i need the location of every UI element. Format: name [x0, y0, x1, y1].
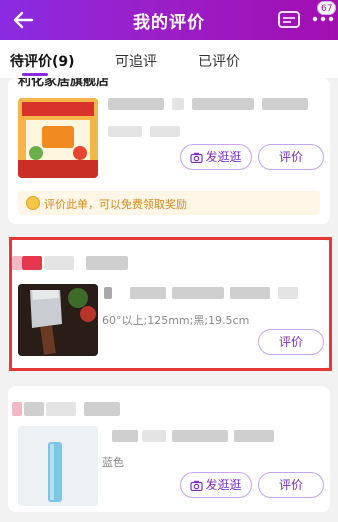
- product-spec-blurred: [108, 126, 142, 137]
- shop-name-blurred: [84, 402, 120, 416]
- shop-name-blurred: [46, 402, 76, 416]
- product-title-blurred: [192, 98, 254, 110]
- product-spec-blurred: [150, 126, 180, 137]
- product-title-blurred: [278, 287, 298, 299]
- tab-follow-up-review[interactable]: 可追评: [115, 51, 157, 71]
- shop-name[interactable]: 利化家居旗舰店: [18, 78, 109, 89]
- product-thumbnail[interactable]: [18, 284, 98, 356]
- product-title-blurred: [104, 287, 112, 299]
- product-title-blurred: [262, 98, 308, 110]
- product-title-blurred: [112, 430, 138, 442]
- product-spec: 60°以上;125mm;黑;19.5cm: [102, 314, 250, 327]
- more-options-icon[interactable]: [312, 15, 334, 23]
- product-image: [18, 98, 98, 178]
- product-title-blurred: [108, 98, 164, 110]
- product-title-blurred: [130, 287, 166, 299]
- shop-logo-blurred: [12, 402, 22, 416]
- product-spec: 蓝色: [102, 456, 124, 469]
- post-guangguang-label: 发逛逛: [205, 150, 242, 164]
- product-title-blurred: [172, 430, 228, 442]
- order-card: 60°以上;125mm;黑;19.5cm 评价: [8, 240, 330, 368]
- message-icon[interactable]: [277, 8, 301, 32]
- product-title-blurred: [234, 430, 274, 442]
- review-button[interactable]: 评价: [258, 144, 324, 170]
- reward-banner[interactable]: 评价此单，可以免费领取奖励: [18, 191, 320, 215]
- product-title-blurred: [172, 98, 184, 110]
- coin-icon: [26, 196, 40, 210]
- product-thumbnail[interactable]: [18, 426, 98, 506]
- header-bar: 我的评价 67: [0, 0, 338, 40]
- review-button[interactable]: 评价: [258, 329, 324, 355]
- review-tabs: 待评价(9) 可追评 已评价: [0, 40, 338, 78]
- reward-text: 评价此单，可以免费领取奖励: [44, 198, 187, 211]
- message-count-badge: 67: [317, 1, 337, 15]
- review-button[interactable]: 评价: [258, 472, 324, 498]
- camera-icon: [190, 152, 204, 163]
- order-card: 蓝色 发逛逛 评价: [8, 386, 330, 512]
- shop-name-blurred: [86, 256, 128, 270]
- kitchen-knife-image: [18, 284, 98, 356]
- product-title-blurred: [142, 430, 166, 442]
- product-title-blurred: [230, 287, 270, 299]
- shop-logo-blurred: [24, 402, 44, 416]
- shop-logo-blurred: [12, 256, 22, 270]
- post-guangguang-button[interactable]: 发逛逛: [180, 144, 252, 170]
- shop-name-blurred: [44, 256, 74, 270]
- order-card: 利化家居旗舰店 发逛逛 评价 评价此单，可以免费领取奖励: [8, 78, 330, 224]
- post-guangguang-label: 发逛逛: [205, 478, 242, 492]
- tab-pending-review[interactable]: 待评价(9): [10, 51, 75, 71]
- post-guangguang-button[interactable]: 发逛逛: [180, 472, 252, 498]
- product-image: [18, 426, 98, 506]
- tab-reviewed[interactable]: 已评价: [198, 51, 240, 71]
- shop-logo-blurred: [22, 256, 42, 270]
- product-thumbnail[interactable]: [18, 98, 98, 178]
- camera-icon: [190, 480, 204, 491]
- active-tab-indicator: [22, 73, 48, 76]
- product-title-blurred: [172, 287, 224, 299]
